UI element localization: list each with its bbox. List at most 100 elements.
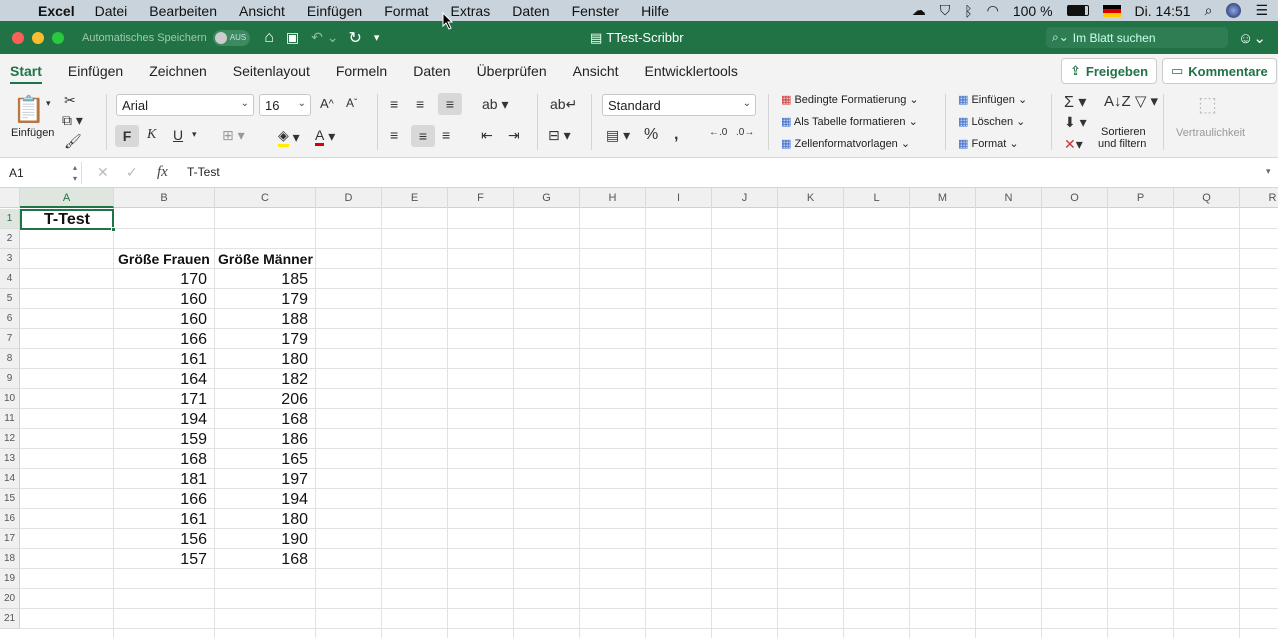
column-header-j[interactable]: J	[712, 188, 778, 208]
column-header-l[interactable]: L	[844, 188, 910, 208]
cell-c12[interactable]: 186	[215, 429, 308, 449]
cell-b11[interactable]: 194	[114, 409, 207, 429]
tab-entwicklertools[interactable]: Entwicklertools	[645, 54, 738, 88]
column-header-m[interactable]: M	[910, 188, 976, 208]
cell-b13[interactable]: 168	[114, 449, 207, 469]
worksheet-grid[interactable]: ABCDEFGHIJKLMNOPQR 1 2 3 4 5 6 7 8 9 10 11 12 13 14 15…	[0, 188, 1278, 638]
borders-icon[interactable]: ⊞ ▾	[222, 127, 245, 144]
merge-center-icon[interactable]: ⊟ ▾	[548, 127, 571, 144]
redo-icon[interactable]: ↻	[348, 28, 361, 48]
insert-function-icon[interactable]: fx	[157, 164, 168, 181]
close-window-button[interactable]	[12, 31, 24, 44]
fill-color-icon[interactable]: ◈ ▾	[278, 127, 300, 147]
autosum-icon[interactable]: Σ ▾	[1064, 92, 1086, 112]
sort-filter-icon[interactable]: A↓Z ▽ ▾	[1104, 92, 1158, 110]
cell-b18[interactable]: 157	[114, 549, 207, 569]
save-icon[interactable]: ▣	[286, 29, 299, 46]
row-header-8[interactable]: 8	[0, 349, 20, 369]
row-header-16[interactable]: 16	[0, 509, 20, 529]
insert-cells-button[interactable]: ▦ Einfügen ⌄	[958, 93, 1027, 106]
row-header-9[interactable]: 9	[0, 369, 20, 389]
select-all-corner[interactable]	[0, 188, 20, 208]
cancel-icon[interactable]: ✕	[97, 164, 109, 181]
comments-button[interactable]: ▭ Kommentare	[1162, 58, 1277, 84]
accounting-format-icon[interactable]: ▤ ▾	[606, 127, 630, 144]
paste-label[interactable]: Einfügen	[11, 127, 54, 139]
tab-einfuegen[interactable]: Einfügen	[68, 54, 123, 88]
column-header-r[interactable]: R	[1240, 188, 1278, 208]
paste-icon[interactable]: 📋	[13, 93, 45, 125]
align-top-icon[interactable]: ≡	[390, 96, 398, 112]
increase-font-size-icon[interactable]: A ^	[320, 96, 334, 111]
align-middle-icon[interactable]: ≡	[416, 96, 424, 112]
account-icon[interactable]: ☺⌄	[1238, 29, 1266, 47]
row-header-14[interactable]: 14	[0, 469, 20, 489]
format-cells-button[interactable]: ▦ Format ⌄	[958, 137, 1019, 150]
underline-button[interactable]: U	[173, 127, 183, 143]
font-color-icon[interactable]: A ▾	[315, 127, 335, 146]
control-center-icon[interactable]: ☰	[1255, 2, 1268, 19]
cell-b15[interactable]: 166	[114, 489, 207, 509]
cell-c17[interactable]: 190	[215, 529, 308, 549]
battery-icon[interactable]	[1066, 5, 1089, 16]
formula-input[interactable]: T-Test	[187, 165, 220, 179]
tab-ueberpruefen[interactable]: Überprüfen	[477, 54, 547, 88]
menu-fenster[interactable]: Fenster	[572, 3, 619, 19]
cell-c14[interactable]: 197	[215, 469, 308, 489]
font-size-dropdown[interactable]: 16 ⌄	[259, 94, 311, 116]
row-header-3[interactable]: 3	[0, 249, 20, 269]
tab-ansicht[interactable]: Ansicht	[573, 54, 619, 88]
number-format-dropdown[interactable]: Standard ⌄	[602, 94, 756, 116]
comma-style-icon[interactable]: ,	[674, 126, 678, 144]
column-header-g[interactable]: G	[514, 188, 580, 208]
cell-c4[interactable]: 185	[215, 269, 308, 289]
cell-c10[interactable]: 206	[215, 389, 308, 409]
cell-c8[interactable]: 180	[215, 349, 308, 369]
align-right-icon[interactable]: ≡	[442, 127, 450, 143]
percent-format-icon[interactable]: %	[644, 126, 658, 144]
increase-decimal-icon[interactable]: ←.0	[709, 127, 727, 138]
row-header-18[interactable]: 18	[0, 549, 20, 569]
autosave-toggle[interactable]: AUS	[212, 29, 251, 46]
underline-dropdown-icon[interactable]: ▾	[192, 129, 197, 140]
row-header-4[interactable]: 4	[0, 269, 20, 289]
cell-c18[interactable]: 168	[215, 549, 308, 569]
row-header-5[interactable]: 5	[0, 289, 20, 309]
cell-b17[interactable]: 156	[114, 529, 207, 549]
clear-icon[interactable]: ✕ ▾	[1064, 136, 1083, 153]
row-header-15[interactable]: 15	[0, 489, 20, 509]
row-header-10[interactable]: 10	[0, 389, 20, 409]
format-painter-icon[interactable]: 🖌	[64, 133, 82, 150]
menu-einfuegen[interactable]: Einfügen	[307, 3, 362, 19]
cell-c5[interactable]: 179	[215, 289, 308, 309]
tab-seitenlayout[interactable]: Seitenlayout	[233, 54, 310, 88]
sort-filter-label-2[interactable]: und filtern	[1098, 138, 1146, 150]
share-button[interactable]: ⇪ Freigeben	[1061, 58, 1158, 84]
cell-b8[interactable]: 161	[114, 349, 207, 369]
column-header-b[interactable]: B	[114, 188, 215, 208]
column-header-n[interactable]: N	[976, 188, 1042, 208]
enter-icon[interactable]: ✓	[126, 164, 138, 181]
cell-b5[interactable]: 160	[114, 289, 207, 309]
column-header-i[interactable]: I	[646, 188, 712, 208]
cell-b6[interactable]: 160	[114, 309, 207, 329]
cell-b10[interactable]: 171	[114, 389, 207, 409]
tab-start[interactable]: Start	[10, 54, 42, 88]
column-header-f[interactable]: F	[448, 188, 514, 208]
menu-ansicht[interactable]: Ansicht	[239, 3, 285, 19]
row-header-12[interactable]: 12	[0, 429, 20, 449]
row-header-7[interactable]: 7	[0, 329, 20, 349]
wrap-text-icon[interactable]: ab↵	[550, 96, 577, 113]
wifi-icon[interactable]: ◠	[987, 2, 999, 19]
row-header-13[interactable]: 13	[0, 449, 20, 469]
undo-icon[interactable]: ↶ ⌄	[311, 29, 338, 46]
format-as-table-button[interactable]: ▦ Als Tabelle formatieren ⌄	[781, 115, 918, 128]
clock[interactable]: Di. 14:51	[1135, 3, 1191, 19]
cell-b12[interactable]: 159	[114, 429, 207, 449]
column-header-h[interactable]: H	[580, 188, 646, 208]
home-icon[interactable]: ⌂	[264, 29, 274, 47]
tab-daten[interactable]: Daten	[413, 54, 450, 88]
orientation-icon[interactable]: ab ▾	[482, 96, 509, 113]
font-name-dropdown[interactable]: Arial ⌄	[116, 94, 254, 116]
menu-extras[interactable]: Extras	[451, 3, 491, 19]
